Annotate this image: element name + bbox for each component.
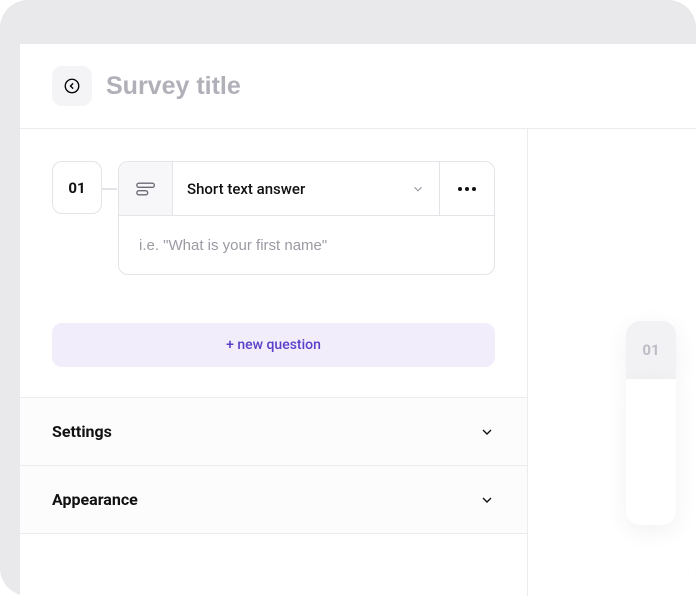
question-card-header: Short text answer (119, 162, 494, 215)
question-text-input[interactable] (139, 237, 474, 254)
chevron-down-icon (479, 424, 495, 440)
question-number: 01 (68, 179, 85, 197)
new-question-button[interactable]: + new question (52, 323, 495, 367)
section-settings[interactable]: Settings (20, 398, 527, 466)
more-horizontal-icon (458, 187, 476, 191)
question-text-row (119, 215, 494, 274)
chevron-down-icon (479, 492, 495, 508)
preview-column: 01 (528, 129, 696, 596)
main-area: 01 (20, 129, 696, 596)
editor-column: 01 (20, 129, 528, 596)
preview-thumbnail[interactable]: 01 (626, 321, 676, 379)
arrow-left-circle-icon (63, 77, 81, 95)
short-text-icon (136, 181, 156, 197)
question-type-select[interactable]: Short text answer (173, 162, 440, 215)
preview-stack: 01 (626, 321, 676, 525)
question-card: Short text answer (118, 161, 495, 275)
survey-title-input[interactable] (106, 72, 386, 101)
back-button[interactable] (52, 66, 92, 106)
header (20, 44, 696, 129)
chevron-down-icon (411, 182, 425, 196)
preview-thumbnail-body (626, 379, 676, 525)
question-row: 01 (52, 161, 495, 275)
question-area: 01 (20, 129, 527, 299)
question-number-badge: 01 (52, 161, 102, 214)
section-settings-title: Settings (52, 422, 112, 441)
new-question-label: + new question (226, 337, 321, 353)
app-frame: 01 (0, 0, 696, 596)
question-type-label: Short text answer (187, 180, 305, 198)
question-more-button[interactable] (440, 162, 494, 215)
connector-line (101, 188, 117, 190)
sections: Settings Appearance (20, 397, 527, 534)
main-panel: 01 (20, 44, 696, 596)
section-appearance[interactable]: Appearance (20, 466, 527, 534)
preview-thumbnail-number: 01 (642, 341, 659, 359)
question-type-icon-box (119, 162, 173, 215)
section-appearance-title: Appearance (52, 490, 138, 509)
